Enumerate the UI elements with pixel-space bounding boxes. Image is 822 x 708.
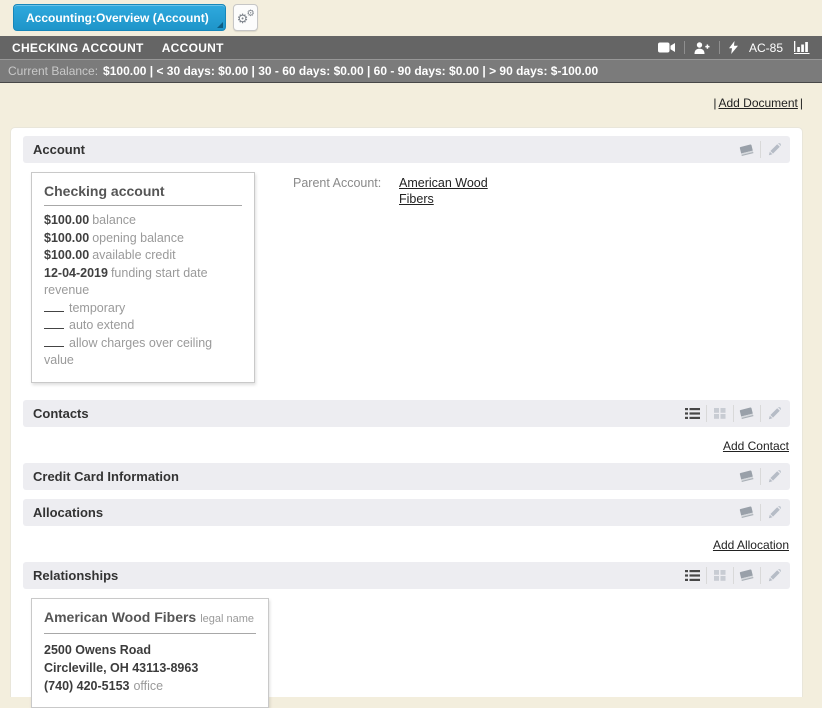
- tab-dropdown-caret-icon: [217, 22, 223, 28]
- account-field-available-credit: $100.00available credit: [44, 247, 242, 265]
- pencil-icon[interactable]: [760, 141, 787, 158]
- account-field-allow-charges: allow charges over ceiling value: [44, 335, 242, 370]
- relationship-card-title: American Wood Fibers legal name: [44, 609, 256, 634]
- allocations-actions-row: Add Allocation: [23, 526, 790, 562]
- pencil-icon[interactable]: [760, 567, 787, 584]
- main-panel: Account Checking account $100.00balance …: [10, 127, 803, 697]
- tab-bar: Accounting:Overview (Account) ⚙⚙: [0, 0, 822, 36]
- phone-number: (740) 420-5153: [44, 679, 129, 693]
- relationship-address-line2: Circleville, OH 43113-8963: [44, 659, 256, 677]
- section-title: Account: [33, 142, 733, 157]
- parent-account-label: Parent Account:: [293, 175, 399, 383]
- add-document-row: |Add Document|: [0, 83, 822, 111]
- account-section-body: Checking account $100.00balance $100.00o…: [31, 172, 790, 383]
- balance-values: $100.00 | < 30 days: $0.00 | 30 - 60 day…: [103, 64, 598, 78]
- record-type: ACCOUNT: [162, 41, 224, 55]
- section-title: Credit Card Information: [33, 469, 733, 484]
- section-header-contacts: Contacts: [23, 400, 790, 427]
- contacts-actions-row: Add Contact: [23, 427, 790, 463]
- section-header-relationships: Relationships: [23, 562, 790, 589]
- settings-button[interactable]: ⚙⚙: [233, 4, 258, 31]
- list-view-icon[interactable]: [679, 405, 706, 422]
- record-code: AC-85: [749, 41, 783, 55]
- account-field-opening-balance: $100.00opening balance: [44, 230, 242, 248]
- lightning-icon[interactable]: [729, 41, 738, 54]
- relationship-address-line1: 2500 Owens Road: [44, 641, 256, 659]
- book-icon[interactable]: [733, 504, 760, 521]
- grid-view-icon[interactable]: [706, 567, 733, 584]
- account-field-funding-start-date: 12-04-2019funding start date revenue: [44, 265, 242, 300]
- account-card-title: Checking account: [44, 183, 242, 206]
- blank-value: [44, 301, 64, 312]
- bar-chart-icon[interactable]: [794, 41, 811, 54]
- relationship-card[interactable]: American Wood Fibers legal name 2500 Owen…: [31, 598, 269, 708]
- record-name: CHECKING ACCOUNT: [12, 41, 144, 55]
- list-view-icon[interactable]: [679, 567, 706, 584]
- relationship-phone: (740) 420-5153 office: [44, 677, 256, 695]
- section-title: Allocations: [33, 505, 733, 520]
- delimiter: |: [800, 96, 803, 110]
- divider: [684, 41, 685, 54]
- book-icon[interactable]: [733, 141, 760, 158]
- section-title: Contacts: [33, 406, 679, 421]
- relationship-name: American Wood Fibers: [44, 609, 196, 625]
- delimiter: |: [713, 96, 716, 110]
- divider: [719, 41, 720, 54]
- grid-view-icon[interactable]: [706, 405, 733, 422]
- section-title: Relationships: [33, 568, 679, 583]
- section-header-credit-card: Credit Card Information: [23, 463, 790, 490]
- cogs-icon: ⚙⚙: [238, 10, 253, 26]
- parent-account-link[interactable]: American Wood Fibers: [399, 176, 488, 206]
- book-icon[interactable]: [733, 567, 760, 584]
- balance-label: Current Balance:: [8, 64, 98, 78]
- person-add-icon[interactable]: [694, 42, 710, 54]
- tab-accounting-overview[interactable]: Accounting:Overview (Account): [13, 4, 226, 31]
- tab-label: Accounting:Overview (Account): [26, 11, 209, 25]
- account-field-balance: $100.00balance: [44, 212, 242, 230]
- pencil-icon[interactable]: [760, 468, 787, 485]
- book-icon[interactable]: [733, 468, 760, 485]
- parent-account-field: Parent Account: American Wood Fibers: [293, 172, 499, 383]
- account-summary-card[interactable]: Checking account $100.00balance $100.00o…: [31, 172, 255, 383]
- section-header-account: Account: [23, 136, 790, 163]
- account-field-auto-extend: auto extend: [44, 317, 242, 335]
- account-field-temporary: temporary: [44, 300, 242, 318]
- blank-value: [44, 336, 64, 347]
- pencil-icon[interactable]: [760, 405, 787, 422]
- balance-summary-bar: Current Balance: $100.00 | < 30 days: $0…: [0, 59, 822, 83]
- blank-value: [44, 318, 64, 329]
- relationship-name-label: legal name: [200, 613, 254, 625]
- video-camera-icon[interactable]: [658, 42, 675, 53]
- record-title-bar: CHECKING ACCOUNT ACCOUNT AC-85: [0, 36, 822, 59]
- section-header-allocations: Allocations: [23, 499, 790, 526]
- add-document-link[interactable]: Add Document: [718, 96, 797, 110]
- book-icon[interactable]: [733, 405, 760, 422]
- pencil-icon[interactable]: [760, 504, 787, 521]
- add-contact-link[interactable]: Add Contact: [723, 439, 789, 453]
- phone-type-label: office: [133, 679, 163, 693]
- add-allocation-link[interactable]: Add Allocation: [713, 538, 789, 552]
